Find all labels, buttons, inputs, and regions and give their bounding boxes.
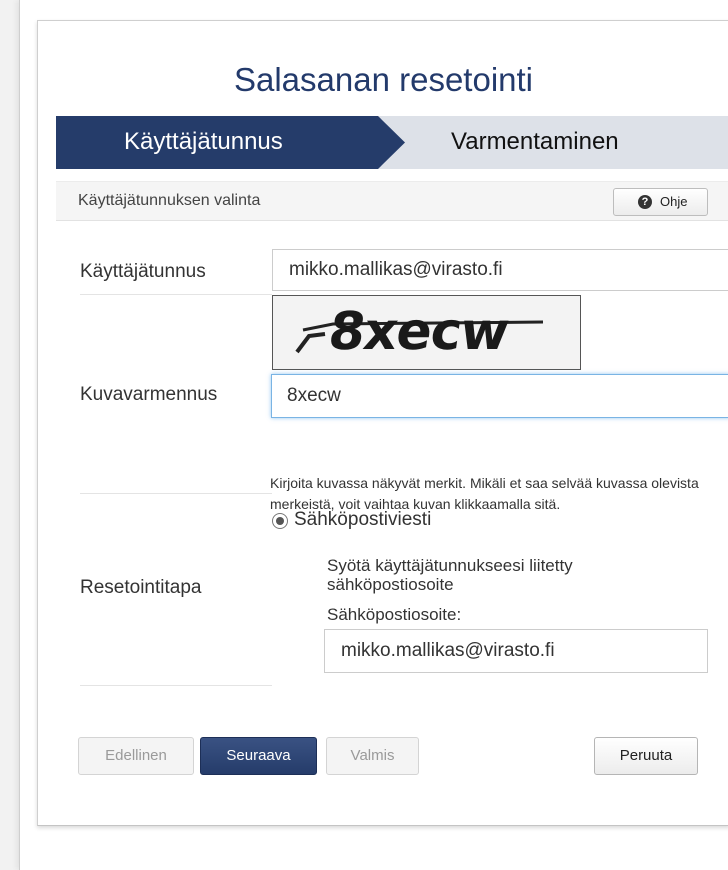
username-input[interactable] <box>272 249 728 291</box>
reset-password-dialog: Salasanan resetointi Käyttäjätunnus Varm… <box>37 20 728 826</box>
reset-method-label: Resetointitapa <box>80 577 202 598</box>
step-indicator: Käyttäjätunnus Varmentaminen <box>56 116 728 169</box>
email-option-label[interactable]: Sähköpostiviesti <box>294 509 431 531</box>
question-circle-icon: ? <box>638 195 652 209</box>
step-1-label: Käyttäjätunnus <box>124 128 283 155</box>
section-header: Käyttäjätunnuksen valinta ? Ohje <box>56 181 728 221</box>
section-title: Käyttäjätunnuksen valinta <box>78 192 261 209</box>
captcha-label: Kuvavarmennus <box>80 384 218 405</box>
email-description: Syötä käyttäjätunnukseesi liitetty sähkö… <box>327 556 573 594</box>
page-title: Salasanan resetointi <box>233 61 534 98</box>
username-label: Käyttäjätunnus <box>80 261 206 282</box>
finish-button[interactable]: Valmis <box>326 737 419 775</box>
step-2-label: Varmentaminen <box>451 128 619 155</box>
help-button[interactable]: ? Ohje <box>613 188 708 216</box>
help-button-label: Ohje <box>660 194 688 209</box>
previous-button[interactable]: Edellinen <box>78 737 194 775</box>
row-divider <box>80 493 272 494</box>
captcha-input[interactable] <box>271 374 728 418</box>
row-divider <box>80 685 272 686</box>
cancel-button[interactable]: Peruuta <box>594 737 698 775</box>
captcha-image[interactable]: 8xecw <box>272 295 581 370</box>
email-label: Sähköpostiosoite: <box>327 605 462 624</box>
email-radio-button[interactable] <box>272 513 288 529</box>
next-button[interactable]: Seuraava <box>200 737 317 775</box>
row-divider <box>80 294 272 295</box>
captcha-text: 8xecw <box>324 302 513 362</box>
email-input[interactable] <box>324 629 708 673</box>
